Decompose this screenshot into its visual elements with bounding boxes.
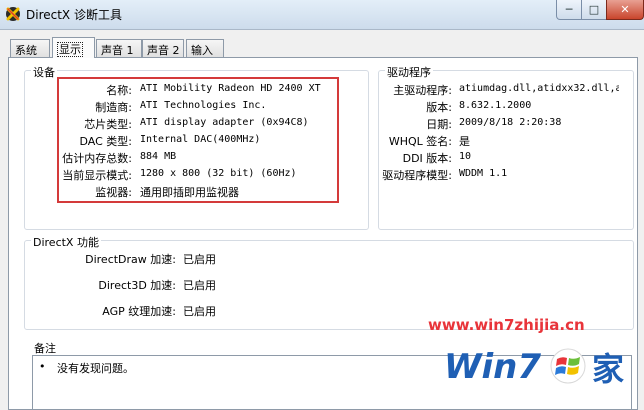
ddi-version-label: DDI 版本: bbox=[402, 152, 452, 165]
directdraw-value: 已启用 bbox=[183, 253, 216, 266]
chip-type-value: ATI display adapter (0x94C8) bbox=[140, 117, 309, 128]
directx-features-title: DirectX 功能 bbox=[31, 234, 101, 250]
main-driver-label: 主驱动程序: bbox=[393, 84, 452, 97]
whql-value: 是 bbox=[459, 135, 470, 148]
window-title: DirectX 诊断工具 bbox=[26, 8, 122, 22]
tab-display[interactable]: 显示 bbox=[52, 37, 95, 58]
monitor-label: 监视器: bbox=[95, 186, 132, 199]
date-value: 2009/8/18 2:20:38 bbox=[459, 117, 562, 128]
driver-model-value: WDDM 1.1 bbox=[459, 168, 508, 179]
tab-sound-2[interactable]: 声音 2 bbox=[142, 39, 184, 57]
windows-flag-icon bbox=[550, 348, 586, 384]
version-label: 版本: bbox=[426, 101, 452, 114]
chip-type-label: 芯片类型: bbox=[84, 118, 132, 131]
version-value: 8.632.1.2000 bbox=[459, 100, 532, 111]
device-name-label: 名称: bbox=[106, 84, 132, 97]
device-name-value: ATI Mobility Radeon HD 2400 XT bbox=[140, 83, 321, 94]
driver-model-label: 驱动程序模型: bbox=[382, 169, 452, 182]
device-group-title: 设备 bbox=[31, 64, 57, 80]
manufacturer-value: ATI Technologies Inc. bbox=[140, 100, 267, 111]
whql-label: WHQL 签名: bbox=[388, 135, 452, 148]
main-driver-value: atiumdag.dll,atidxx32.dll,atic bbox=[459, 83, 619, 94]
logo-suffix: 家 bbox=[592, 350, 624, 388]
tab-system[interactable]: 系统 bbox=[10, 39, 50, 57]
direct3d-value: 已启用 bbox=[183, 279, 216, 292]
display-mode-label: 当前显示模式: bbox=[62, 169, 132, 182]
notes-title: 备注 bbox=[34, 342, 56, 355]
agp-value: 已启用 bbox=[183, 305, 216, 318]
driver-group-title: 驱动程序 bbox=[385, 64, 433, 80]
direct3d-label: Direct3D 加速: bbox=[98, 279, 176, 292]
monitor-value: 通用即插即用监视器 bbox=[140, 186, 239, 199]
date-label: 日期: bbox=[426, 118, 452, 131]
tab-sound-1[interactable]: 声音 1 bbox=[96, 39, 142, 57]
maximize-button[interactable]: □ bbox=[581, 0, 607, 20]
close-button[interactable]: ✕ bbox=[606, 0, 644, 20]
directx-icon bbox=[6, 7, 20, 21]
tab-input[interactable]: 输入 bbox=[186, 39, 224, 57]
notes-bullet: • bbox=[39, 360, 46, 373]
logo-text: Win7 bbox=[444, 347, 541, 387]
directdraw-label: DirectDraw 加速: bbox=[85, 253, 176, 266]
manufacturer-label: 制造商: bbox=[95, 101, 132, 114]
display-mode-value: 1280 x 800 (32 bit) (60Hz) bbox=[140, 168, 297, 179]
dac-type-label: DAC 类型: bbox=[79, 135, 133, 148]
watermark-url: www.win7zhijia.cn bbox=[428, 316, 585, 334]
title-bar[interactable]: DirectX 诊断工具 ─ □ ✕ bbox=[0, 0, 644, 30]
agp-label: AGP 纹理加速: bbox=[102, 305, 176, 318]
dac-type-value: Internal DAC(400MHz) bbox=[140, 134, 261, 145]
memory-label: 估计内存总数: bbox=[62, 152, 132, 165]
ddi-version-value: 10 bbox=[459, 151, 472, 162]
win7-logo: Win7 家 bbox=[444, 347, 624, 388]
notes-text: 没有发现问题。 bbox=[57, 362, 134, 375]
minimize-button[interactable]: ─ bbox=[556, 0, 582, 20]
memory-value: 884 MB bbox=[140, 151, 177, 162]
